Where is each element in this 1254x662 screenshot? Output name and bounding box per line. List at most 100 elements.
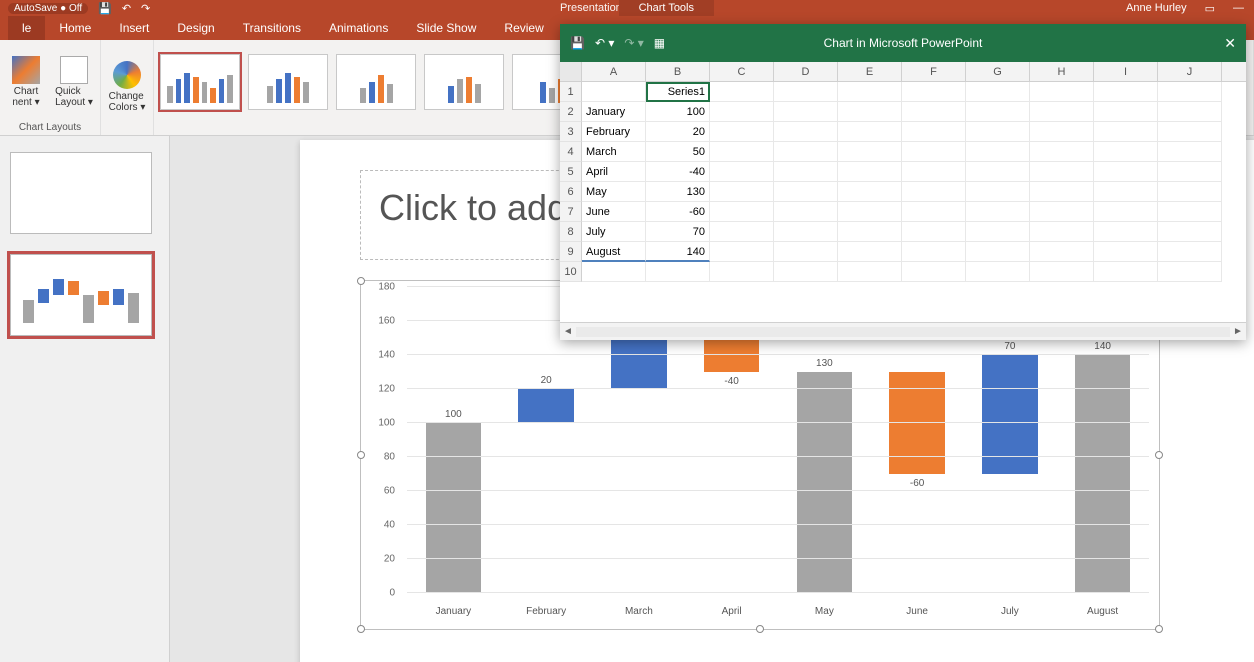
row-header[interactable]: 3 <box>560 122 582 142</box>
cell[interactable] <box>710 122 774 142</box>
column-header[interactable]: J <box>1158 62 1222 81</box>
cell[interactable] <box>582 82 646 102</box>
cell[interactable] <box>1030 142 1094 162</box>
edit-data-icon[interactable]: ▦ <box>654 36 665 50</box>
cell[interactable] <box>1030 222 1094 242</box>
cell[interactable] <box>774 242 838 262</box>
add-chart-element-button[interactable]: Chart nent ▾ <box>4 54 48 110</box>
cell[interactable] <box>774 122 838 142</box>
cell[interactable] <box>1030 242 1094 262</box>
cell[interactable] <box>1094 142 1158 162</box>
close-icon[interactable]: ✕ <box>1224 35 1236 52</box>
sheet-title-bar[interactable]: 💾 ↶ ▾ ↷ ▾ ▦ Chart in Microsoft PowerPoin… <box>560 24 1246 62</box>
sheet-row[interactable]: 4March50 <box>560 142 1246 162</box>
slide-thumb-1[interactable] <box>10 152 152 234</box>
change-colors-button[interactable]: Change Colors ▾ <box>105 59 149 115</box>
redo-icon[interactable]: ↷ <box>141 2 150 15</box>
column-header[interactable]: H <box>1030 62 1094 81</box>
row-header[interactable]: 2 <box>560 102 582 122</box>
cell[interactable] <box>1094 202 1158 222</box>
resize-handle[interactable] <box>357 625 365 633</box>
cell[interactable] <box>1158 122 1222 142</box>
chart-style-2[interactable] <box>248 54 328 110</box>
cell[interactable] <box>1030 262 1094 282</box>
cell[interactable] <box>838 142 902 162</box>
cell[interactable] <box>1094 102 1158 122</box>
cell[interactable] <box>966 202 1030 222</box>
cell[interactable] <box>966 122 1030 142</box>
cell[interactable] <box>710 202 774 222</box>
cell[interactable] <box>966 182 1030 202</box>
slide-thumb-2[interactable] <box>10 254 152 336</box>
cell[interactable] <box>710 162 774 182</box>
tab-insert[interactable]: Insert <box>105 16 163 40</box>
cell[interactable]: -40 <box>646 162 710 182</box>
cell[interactable]: 130 <box>646 182 710 202</box>
sheet-row[interactable]: 5April-40 <box>560 162 1246 182</box>
sheet-row[interactable]: 6May130 <box>560 182 1246 202</box>
cell[interactable]: 50 <box>646 142 710 162</box>
cell[interactable] <box>966 102 1030 122</box>
undo-icon[interactable]: ↶ ▾ <box>595 36 614 50</box>
cell[interactable] <box>1158 242 1222 262</box>
cell[interactable] <box>1158 222 1222 242</box>
tab-review[interactable]: Review <box>490 16 557 40</box>
save-icon[interactable]: 💾 <box>570 36 585 50</box>
user-name[interactable]: Anne Hurley <box>1126 2 1187 14</box>
cell[interactable] <box>774 262 838 282</box>
cell[interactable] <box>1094 262 1158 282</box>
cell[interactable]: January <box>582 102 646 122</box>
cell[interactable] <box>902 182 966 202</box>
scroll-track[interactable] <box>576 327 1230 337</box>
cell[interactable] <box>838 202 902 222</box>
cell[interactable] <box>1094 242 1158 262</box>
cell[interactable] <box>710 262 774 282</box>
chart-style-1[interactable] <box>160 54 240 110</box>
cell[interactable] <box>902 102 966 122</box>
resize-handle[interactable] <box>357 277 365 285</box>
cell[interactable]: June <box>582 202 646 222</box>
cell[interactable] <box>902 122 966 142</box>
row-header[interactable]: 5 <box>560 162 582 182</box>
cell[interactable] <box>646 262 710 282</box>
cell[interactable] <box>902 82 966 102</box>
sheet-row[interactable]: 1Series1 <box>560 82 1246 102</box>
cell[interactable] <box>838 262 902 282</box>
cell[interactable] <box>774 82 838 102</box>
cell[interactable] <box>1094 82 1158 102</box>
tab-design[interactable]: Design <box>163 16 228 40</box>
cell[interactable] <box>1158 142 1222 162</box>
column-header[interactable]: I <box>1094 62 1158 81</box>
sheet-row[interactable]: 2January100 <box>560 102 1246 122</box>
cell[interactable] <box>902 142 966 162</box>
chart-bar[interactable] <box>797 372 853 593</box>
sheet-row[interactable]: 7June-60 <box>560 202 1246 222</box>
cell[interactable] <box>1094 162 1158 182</box>
tab-transitions[interactable]: Transitions <box>229 16 315 40</box>
autosave-toggle[interactable]: AutoSave ● Off <box>8 3 88 14</box>
cell[interactable] <box>1030 162 1094 182</box>
minimize-icon[interactable]: — <box>1233 2 1244 14</box>
sheet-row[interactable]: 8July70 <box>560 222 1246 242</box>
cell[interactable] <box>774 142 838 162</box>
cell[interactable] <box>1094 222 1158 242</box>
cell[interactable] <box>966 142 1030 162</box>
chart-style-4[interactable] <box>424 54 504 110</box>
cell[interactable] <box>838 222 902 242</box>
resize-handle[interactable] <box>1155 625 1163 633</box>
row-header[interactable]: 7 <box>560 202 582 222</box>
column-header[interactable]: G <box>966 62 1030 81</box>
cell[interactable]: 140 <box>646 242 710 262</box>
save-icon[interactable]: 💾 <box>98 2 112 15</box>
undo-icon[interactable]: ↶ <box>122 2 131 15</box>
cell[interactable] <box>774 202 838 222</box>
cell[interactable]: March <box>582 142 646 162</box>
cell[interactable] <box>1030 182 1094 202</box>
cell[interactable] <box>1030 122 1094 142</box>
cell[interactable] <box>966 162 1030 182</box>
cell[interactable] <box>838 242 902 262</box>
chart-tools-contextual-tab[interactable]: Chart Tools <box>619 0 714 16</box>
cell[interactable]: May <box>582 182 646 202</box>
cell[interactable] <box>902 242 966 262</box>
tab-slideshow[interactable]: Slide Show <box>402 16 490 40</box>
